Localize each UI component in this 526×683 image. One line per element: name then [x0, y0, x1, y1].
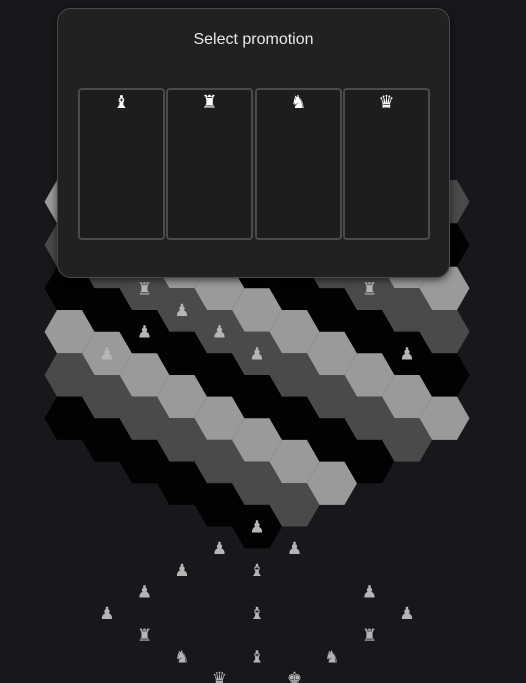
pawn-piece-icon[interactable]: ♟: [174, 561, 189, 581]
rook-piece-icon[interactable]: ♜: [137, 626, 152, 646]
king-piece-icon[interactable]: ♚: [287, 669, 302, 683]
promotion-dialog: Select promotion ♝ ♜ ♞ ♛: [57, 8, 450, 278]
queen-piece-icon[interactable]: ♛: [212, 669, 227, 683]
pawn-piece-icon[interactable]: ♟: [249, 518, 264, 538]
pawn-piece-icon[interactable]: ♟: [212, 539, 227, 559]
promotion-title: Select promotion: [193, 31, 314, 48]
pawn-piece-icon[interactable]: ♟: [212, 323, 227, 343]
bishop-piece-icon[interactable]: ♝: [249, 604, 264, 624]
bishop-piece-icon[interactable]: ♝: [249, 561, 264, 581]
promote-rook-option[interactable]: ♜: [166, 88, 253, 240]
pawn-piece-icon[interactable]: ♟: [99, 604, 114, 624]
pawn-piece-icon[interactable]: ♟: [137, 323, 152, 343]
pawn-piece-icon[interactable]: ♟: [174, 301, 189, 321]
pawn-piece-icon[interactable]: ♟: [99, 344, 114, 364]
bishop-icon: ♝: [113, 92, 130, 113]
pawn-piece-icon[interactable]: ♟: [362, 583, 377, 603]
pawn-piece-icon[interactable]: ♟: [399, 344, 414, 364]
pawn-piece-icon[interactable]: ♟: [399, 604, 414, 624]
pawn-piece-icon[interactable]: ♟: [137, 583, 152, 603]
rook-piece-icon[interactable]: ♜: [362, 626, 377, 646]
rook-piece-icon[interactable]: ♜: [362, 279, 377, 299]
rook-icon: ♜: [201, 92, 218, 113]
knight-piece-icon[interactable]: ♞: [174, 647, 189, 667]
bishop-piece-icon[interactable]: ♝: [249, 647, 264, 667]
rook-piece-icon[interactable]: ♜: [137, 279, 152, 299]
promote-bishop-option[interactable]: ♝: [78, 88, 165, 240]
queen-icon: ♛: [378, 92, 395, 113]
pawn-piece-icon[interactable]: ♟: [287, 539, 302, 559]
promote-knight-option[interactable]: ♞: [255, 88, 342, 240]
pawn-piece-icon[interactable]: ♟: [249, 344, 264, 364]
knight-piece-icon[interactable]: ♞: [324, 647, 339, 667]
promote-queen-option[interactable]: ♛: [343, 88, 430, 240]
knight-icon: ♞: [290, 92, 307, 113]
